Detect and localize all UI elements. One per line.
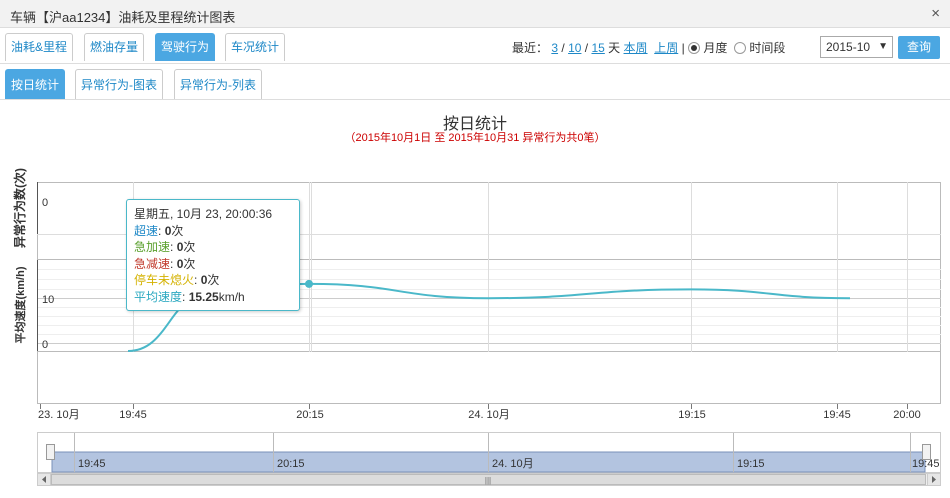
this-week-link[interactable]: 本周	[624, 41, 648, 55]
tab-daily-stats[interactable]: 按日统计	[5, 69, 66, 99]
tooltip-row-name: 停车未熄火	[134, 273, 195, 287]
navigator-left-handle[interactable]	[46, 444, 55, 460]
x-tick-label: 19:15	[678, 409, 706, 421]
period-radio[interactable]	[734, 42, 747, 54]
chevron-down-icon: ▼	[878, 41, 888, 52]
window-title: 车辆【沪aa1234】油耗及里程统计图表	[10, 10, 236, 25]
arrow-left-icon	[42, 476, 46, 483]
y2-axis-label: 平均速度(km/h)	[13, 266, 27, 343]
query-button[interactable]: 查询	[898, 36, 940, 59]
last-week-link[interactable]: 上周	[654, 41, 678, 55]
tab-abnormal-chart[interactable]: 异常行为-图表	[75, 69, 163, 99]
tooltip-row: 平均速度: 15.25km/h	[134, 289, 245, 304]
navigator[interactable]: 19:45 20:15 24. 10月 19:15 19:45	[37, 432, 941, 473]
recent-15-days-link[interactable]: 15	[591, 41, 604, 55]
tooltip-row-name: 平均速度	[134, 289, 183, 304]
month-radio[interactable]	[688, 42, 701, 54]
tooltip-row: 停车未熄火: 0次	[134, 273, 220, 287]
scroll-grip: |||	[485, 476, 491, 485]
recent-label: 最近：	[512, 41, 549, 55]
tab-vehicle-status[interactable]: 车况统计	[225, 33, 286, 61]
tooltip-row-unit: km/h	[218, 289, 245, 304]
tooltip-row-unit: 次	[207, 273, 220, 287]
nav-tick-label: 24. 10月	[492, 458, 534, 470]
y1-axis-label: 异常行为数(次)	[12, 168, 27, 248]
period-label: 时间段	[749, 41, 786, 55]
x-tick-label: 24. 10月	[468, 409, 510, 421]
month-select-value: 2015-10	[826, 40, 871, 54]
recent-3-days-link[interactable]: 3	[551, 41, 558, 55]
tooltip-row-name: 超速	[134, 223, 159, 238]
x-tick-label: 20:00	[893, 409, 921, 421]
nav-tick-label: 19:45	[912, 458, 940, 470]
nav-tick-label: 19:45	[78, 458, 106, 470]
y2-tick-0: 0	[42, 339, 48, 351]
arrow-right-icon	[932, 476, 936, 483]
month-label: 月度	[703, 41, 728, 55]
recent-controls: 最近： 3 / 10 / 15 天 本周 上周 | 月度 时间段	[512, 38, 785, 58]
tooltip-row-unit: 次	[183, 256, 196, 271]
x-tick-labels: 23. 10月 19:45 20:15 24. 10月 19:15 19:45 …	[38, 409, 921, 421]
scroll-right-button[interactable]	[927, 473, 941, 486]
x-tick-label: 19:45	[119, 409, 147, 421]
x-tick-label: 19:45	[823, 409, 851, 421]
separator: /	[584, 41, 589, 55]
tooltip-header: 星期五, 10月 23, 20:00:36	[134, 207, 273, 221]
tab-fuel-stock[interactable]: 燃油存量	[84, 33, 145, 61]
month-select[interactable]: 2015-10 ▼	[820, 36, 893, 58]
tooltip-row-value: 15.25	[188, 289, 219, 304]
tooltip-row-unit: 次	[183, 240, 196, 254]
tooltip-row: 急加速: 0次	[134, 240, 196, 254]
chart-subtitle: （2015年10月1日 至 2015年10月31 异常行为共0笔）	[344, 132, 606, 144]
close-icon[interactable]: ×	[931, 5, 940, 22]
tab-abnormal-list[interactable]: 异常行为-列表	[174, 69, 262, 99]
speed-point	[305, 279, 313, 288]
x-axis-ticks	[40, 404, 908, 409]
day-unit-label: 天	[608, 41, 621, 55]
tab-fuel-mileage[interactable]: 油耗&里程	[5, 33, 74, 61]
tooltip-row-name: 急减速	[134, 256, 171, 271]
divider: |	[681, 41, 685, 55]
x-tick-label: 20:15	[296, 409, 324, 421]
tooltip-row-unit: 次	[171, 223, 184, 238]
chart-tooltip: 星期五, 10月 23, 20:00:36 超速: 0次 急加速: 0次 急减速: …	[126, 199, 300, 311]
tooltip-rows: 超速: 0次 急加速: 0次 急减速: 0次停车未熄火: 0次平均速度: 15.25…	[134, 223, 292, 306]
tooltip-row-name: 急加速	[134, 240, 171, 254]
tooltip-row: 超速: 0次	[134, 223, 184, 238]
tab-driving-behavior[interactable]: 驾驶行为	[155, 33, 216, 61]
navigator-selection[interactable]	[51, 451, 926, 473]
navigator-right-handle[interactable]	[922, 444, 931, 460]
nav-tick-label: 19:15	[737, 458, 765, 470]
window-titlebar: 车辆【沪aa1234】油耗及里程统计图表 ×	[0, 0, 950, 28]
x-tick-label: 23. 10月	[38, 409, 80, 421]
tooltip-row: 急减速: 0次	[134, 256, 196, 271]
navigator-scrollbar[interactable]: |||	[37, 473, 941, 486]
y2-tick-10: 10	[42, 294, 54, 306]
nav-tick-label: 20:15	[277, 458, 305, 470]
y1-tick: 0	[42, 197, 48, 209]
recent-10-days-link[interactable]: 10	[568, 41, 581, 55]
separator: /	[561, 41, 565, 55]
scroll-thumb[interactable]	[51, 474, 926, 485]
scroll-left-button[interactable]	[37, 473, 51, 486]
